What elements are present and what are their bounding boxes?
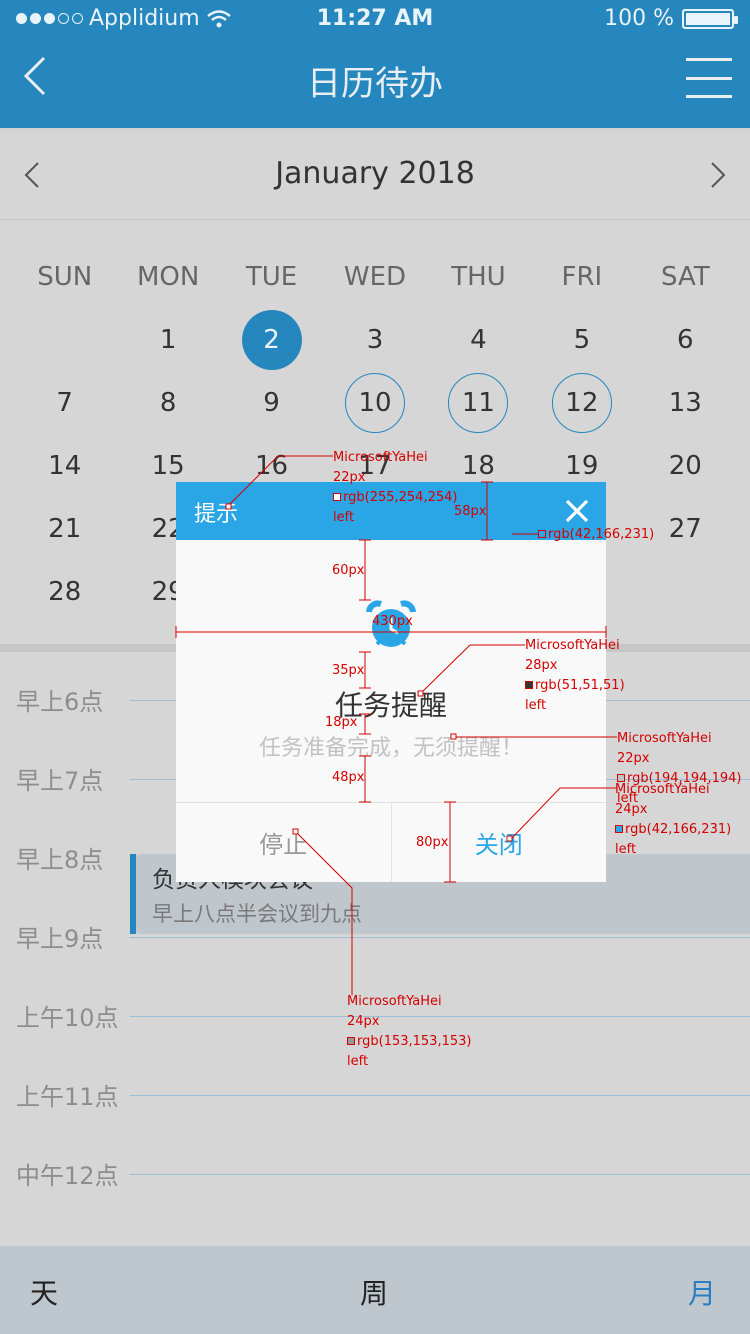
dialog-header-title: 提示 [194, 502, 239, 527]
spec-note-header-color: rgb(42,166,231) [538, 525, 654, 545]
spec-note-gap-icon: 35px [332, 663, 365, 678]
spec-note-header-font: MicrosoftYaHei 22px rgb(255,254,254) lef… [333, 450, 458, 525]
stop-button[interactable]: 停止 [176, 803, 392, 882]
close-icon[interactable] [564, 498, 590, 524]
modal-overlay: 提示 任务提醒 任务准备完成，无须提醒！ 停止 关闭 [0, 0, 750, 1334]
dialog-actions: 停止 关闭 [176, 802, 606, 882]
dialog-message: 任务准备完成，无须提醒！ [258, 736, 523, 761]
spec-note-header-height: 58px [454, 504, 487, 519]
spec-note-gap-top: 60px [332, 563, 365, 578]
spec-note-footer-height: 80px [416, 835, 449, 850]
spec-note-width: 430px [372, 614, 413, 629]
spec-note-stop-font: MicrosoftYaHei 24px rgb(153,153,153) lef… [347, 994, 472, 1069]
spec-note-gap-message: 48px [332, 770, 365, 785]
spec-note-title-font: MicrosoftYaHei 28px rgb(51,51,51) left [525, 638, 625, 713]
spec-note-close-font: MicrosoftYaHei 24px rgb(42,166,231) left [615, 782, 732, 857]
spec-note-gap-title: 18px [325, 715, 358, 730]
